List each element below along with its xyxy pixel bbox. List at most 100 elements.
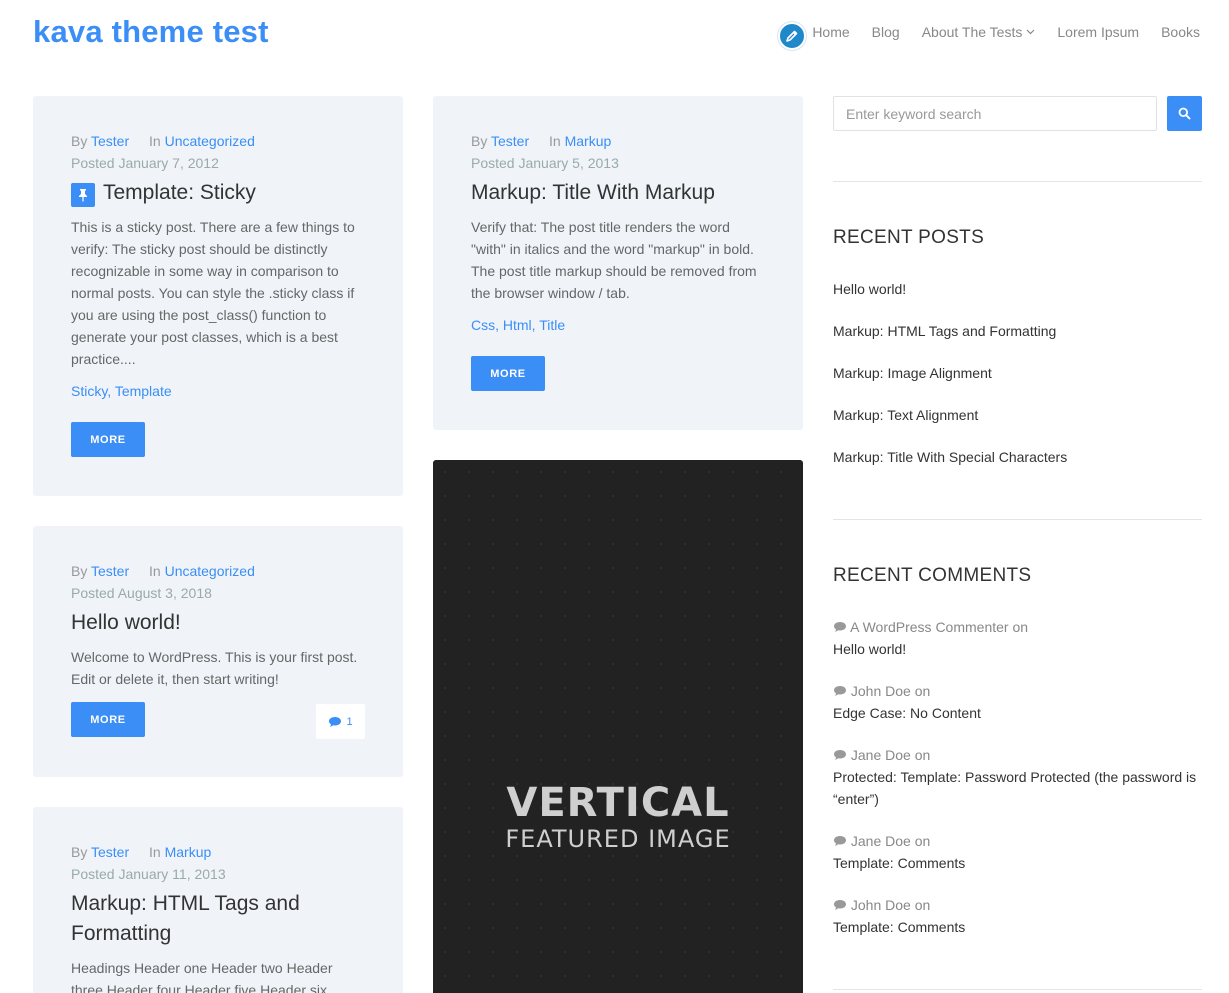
author-link[interactable]: Tester: [491, 133, 529, 149]
nav-item-home[interactable]: Home: [812, 24, 849, 40]
comment-icon: [834, 900, 846, 910]
post-excerpt: Verify that: The post title renders the …: [471, 219, 757, 301]
post-date: Posted August 3, 2018: [71, 585, 212, 601]
more-button[interactable]: MORE: [71, 422, 145, 457]
post-excerpt: This is a sticky post. There are a few t…: [71, 219, 355, 367]
on-label: on: [1012, 619, 1029, 635]
author-link[interactable]: Tester: [91, 563, 129, 579]
post-card: By Tester In Uncategorized Posted Januar…: [33, 96, 403, 496]
recent-comment: John Doe on Edge Case: No Content: [833, 680, 1202, 724]
comment-author[interactable]: John Doe: [851, 897, 911, 913]
post-title[interactable]: Hello world!: [71, 608, 365, 638]
comment-icon: [834, 622, 846, 632]
post-title[interactable]: Markup: Title With Markup: [471, 178, 765, 208]
in-label: In: [149, 844, 161, 860]
nav-item-about-the-tests[interactable]: About The Tests: [922, 24, 1036, 40]
comment-author[interactable]: Jane Doe: [851, 833, 911, 849]
post-title[interactable]: Template: Sticky: [71, 178, 365, 208]
in-label: In: [549, 133, 561, 149]
on-label: on: [914, 747, 931, 763]
featured-image-title: VERTICAL: [506, 780, 730, 826]
on-label: on: [914, 683, 931, 699]
pin-icon: [71, 183, 95, 207]
category-link[interactable]: Markup: [565, 133, 612, 149]
by-label: By: [471, 133, 488, 149]
recent-post-link[interactable]: Markup: Image Alignment: [833, 362, 1202, 384]
comment-icon: [834, 836, 846, 846]
comment-icon: [834, 750, 846, 760]
category-link[interactable]: Uncategorized: [165, 563, 255, 579]
on-label: on: [914, 833, 931, 849]
post-card: By Tester In Uncategorized Posted August…: [33, 526, 403, 777]
comment-post-link[interactable]: Template: Comments: [833, 852, 1202, 874]
search-form: [833, 96, 1202, 131]
main-nav: Home Blog About The Tests Lorem Ipsum Bo…: [812, 24, 1200, 40]
category-link[interactable]: Markup: [165, 844, 212, 860]
customize-edit-button[interactable]: [778, 22, 806, 50]
post-tags[interactable]: Sticky, Template: [71, 380, 365, 402]
search-icon: [1178, 107, 1191, 120]
post-meta: By Tester In Markup: [471, 130, 765, 152]
recent-comments-list: A WordPress Commenter on Hello world! Jo…: [833, 616, 1202, 938]
recent-posts-list: Hello world! Markup: HTML Tags and Forma…: [833, 278, 1202, 468]
comment-author[interactable]: A WordPress Commenter: [850, 619, 1008, 635]
category-link[interactable]: Uncategorized: [165, 133, 255, 149]
search-input[interactable]: [833, 96, 1157, 131]
on-label: on: [914, 897, 931, 913]
post-card: By Tester In Markup Posted January 11, 2…: [33, 807, 403, 993]
featured-image[interactable]: VERTICAL FEATURED IMAGE: [433, 460, 803, 993]
recent-post-link[interactable]: Markup: HTML Tags and Formatting: [833, 320, 1202, 342]
chevron-down-icon: [1026, 29, 1035, 35]
author-link[interactable]: Tester: [91, 844, 129, 860]
recent-post-link[interactable]: Markup: Title With Special Characters: [833, 446, 1202, 468]
post-date: Posted January 5, 2013: [471, 155, 619, 171]
nav-item-lorem-ipsum[interactable]: Lorem Ipsum: [1057, 24, 1139, 40]
recent-comment: John Doe on Template: Comments: [833, 894, 1202, 938]
search-button[interactable]: [1167, 96, 1202, 131]
by-label: By: [71, 563, 88, 579]
in-label: In: [149, 133, 161, 149]
recent-comment: Jane Doe on Protected: Template: Passwor…: [833, 744, 1202, 810]
by-label: By: [71, 844, 88, 860]
post-excerpt: Headings Header one Header two Header th…: [71, 960, 333, 993]
comment-post-link[interactable]: Template: Comments: [833, 916, 1202, 938]
divider: [833, 181, 1202, 182]
recent-post-link[interactable]: Markup: Text Alignment: [833, 404, 1202, 426]
sidebar: RECENT POSTS Hello world! Markup: HTML T…: [833, 96, 1202, 990]
post-meta: By Tester In Markup: [71, 841, 365, 863]
by-label: By: [71, 133, 88, 149]
recent-comment: A WordPress Commenter on Hello world!: [833, 616, 1202, 660]
post-excerpt: Welcome to WordPress. This is your first…: [71, 649, 358, 687]
recent-posts-title: RECENT POSTS: [833, 227, 985, 248]
comment-post-link[interactable]: Protected: Template: Password Protected …: [833, 766, 1202, 810]
more-button[interactable]: MORE: [71, 702, 145, 737]
comment-post-link[interactable]: Edge Case: No Content: [833, 702, 1202, 724]
comment-author[interactable]: Jane Doe: [851, 747, 911, 763]
site-title[interactable]: kava theme test: [33, 14, 269, 50]
comment-count-link[interactable]: 1: [316, 704, 365, 739]
recent-post-link[interactable]: Hello world!: [833, 278, 1202, 300]
post-title[interactable]: Markup: HTML Tags and Formatting: [71, 889, 365, 949]
divider: [833, 519, 1202, 520]
post-tags[interactable]: Css, Html, Title: [471, 314, 765, 336]
author-link[interactable]: Tester: [91, 133, 129, 149]
comment-author[interactable]: John Doe: [851, 683, 911, 699]
more-button[interactable]: MORE: [471, 356, 545, 391]
nav-item-blog[interactable]: Blog: [872, 24, 900, 40]
post-card: By Tester In Markup Posted January 5, 20…: [433, 96, 803, 430]
comment-count: 1: [346, 715, 353, 728]
in-label: In: [149, 563, 161, 579]
post-title-text: Template: Sticky: [103, 181, 256, 204]
post-date: Posted January 11, 2013: [71, 866, 226, 882]
post-date: Posted January 7, 2012: [71, 155, 219, 171]
nav-item-label: About The Tests: [921, 24, 1023, 40]
recent-comment: Jane Doe on Template: Comments: [833, 830, 1202, 874]
comment-icon: [834, 686, 846, 696]
nav-item-books[interactable]: Books: [1161, 24, 1200, 40]
comment-post-link[interactable]: Hello world!: [833, 638, 1202, 660]
comment-icon: [329, 716, 342, 727]
post-meta: By Tester In Uncategorized: [71, 560, 365, 582]
divider: [833, 989, 1202, 990]
recent-comments-title: RECENT COMMENTS: [833, 565, 1032, 586]
post-meta: By Tester In Uncategorized: [71, 130, 365, 152]
